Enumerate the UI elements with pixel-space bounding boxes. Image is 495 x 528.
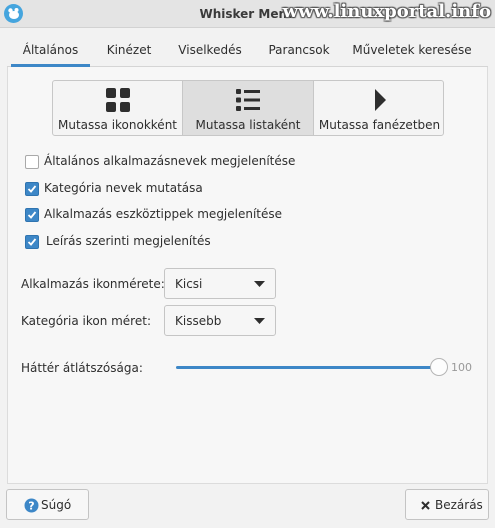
list-icon — [236, 89, 260, 111]
title-bar: Whisker Menü www.linuxportal.info — [0, 0, 495, 28]
transparency-label: Háttér átlátszósága: — [21, 361, 143, 375]
chevron-down-icon — [254, 318, 265, 324]
tab-search-actions[interactable]: Műveletek keresése — [347, 36, 477, 67]
help-button-label: Súgó — [41, 498, 72, 512]
checkmark-icon — [27, 211, 37, 219]
checkmark-icon — [27, 238, 37, 246]
tab-general[interactable]: Általános — [11, 36, 90, 67]
close-icon — [421, 501, 430, 510]
app-tooltips-label: Alkalmazás eszköztippek megjelenítése — [44, 207, 283, 221]
help-icon: ? — [24, 498, 39, 513]
category-icon-size-value: Kissebb — [175, 314, 222, 328]
app-icon-size-label: Alkalmazás ikonmérete: — [21, 277, 165, 291]
view-as-list-button[interactable]: Mutassa listaként — [183, 81, 314, 135]
tab-bar: Általános Kinézet Viselkedés Parancsok M… — [7, 36, 488, 67]
tab-commands[interactable]: Parancsok — [259, 36, 339, 67]
generic-names-label: Általános alkalmazásnevek megjelenítése — [44, 154, 296, 168]
app-icon-size-value: Kicsi — [175, 277, 203, 291]
transparency-slider-handle[interactable] — [430, 358, 448, 376]
description-label: Leírás szerinti megjelenítés — [46, 234, 211, 248]
view-as-icons-label: Mutassa ikonokként — [58, 118, 177, 132]
view-mode-selector: Mutassa ikonokként Mutassa listaként Mut… — [52, 80, 444, 136]
transparency-slider-track[interactable] — [176, 366, 438, 369]
tab-behavior[interactable]: Viselkedés — [170, 36, 250, 67]
app-tooltips-checkbox[interactable] — [25, 208, 39, 222]
view-as-icons-button[interactable]: Mutassa ikonokként — [53, 81, 183, 135]
category-icon-size-label: Kategória ikon méret: — [21, 314, 151, 328]
svg-text:?: ? — [28, 500, 34, 513]
transparency-value: 100 — [451, 361, 472, 374]
help-button[interactable]: ? Súgó — [6, 489, 89, 520]
tab-appearance[interactable]: Kinézet — [99, 36, 159, 67]
chevron-down-icon — [254, 281, 265, 287]
grid-icon — [105, 88, 130, 112]
close-button[interactable]: Bezárás — [405, 489, 489, 520]
category-names-checkbox[interactable] — [25, 182, 39, 196]
category-icon-size-select[interactable]: Kissebb — [164, 305, 276, 336]
watermark: www.linuxportal.info — [282, 1, 491, 22]
checkmark-icon — [27, 185, 37, 193]
view-as-tree-label: Mutassa fanézetben — [318, 118, 441, 132]
close-button-label: Bezárás — [435, 498, 483, 512]
generic-names-checkbox[interactable] — [25, 155, 39, 169]
view-as-tree-button[interactable]: Mutassa fanézetben — [314, 81, 443, 135]
tree-arrow-icon — [374, 89, 386, 111]
view-as-list-label: Mutassa listaként — [195, 118, 301, 132]
category-names-label: Kategória nevek mutatása — [44, 181, 203, 195]
app-icon-size-select[interactable]: Kicsi — [164, 268, 276, 299]
description-checkbox[interactable] — [25, 235, 39, 249]
